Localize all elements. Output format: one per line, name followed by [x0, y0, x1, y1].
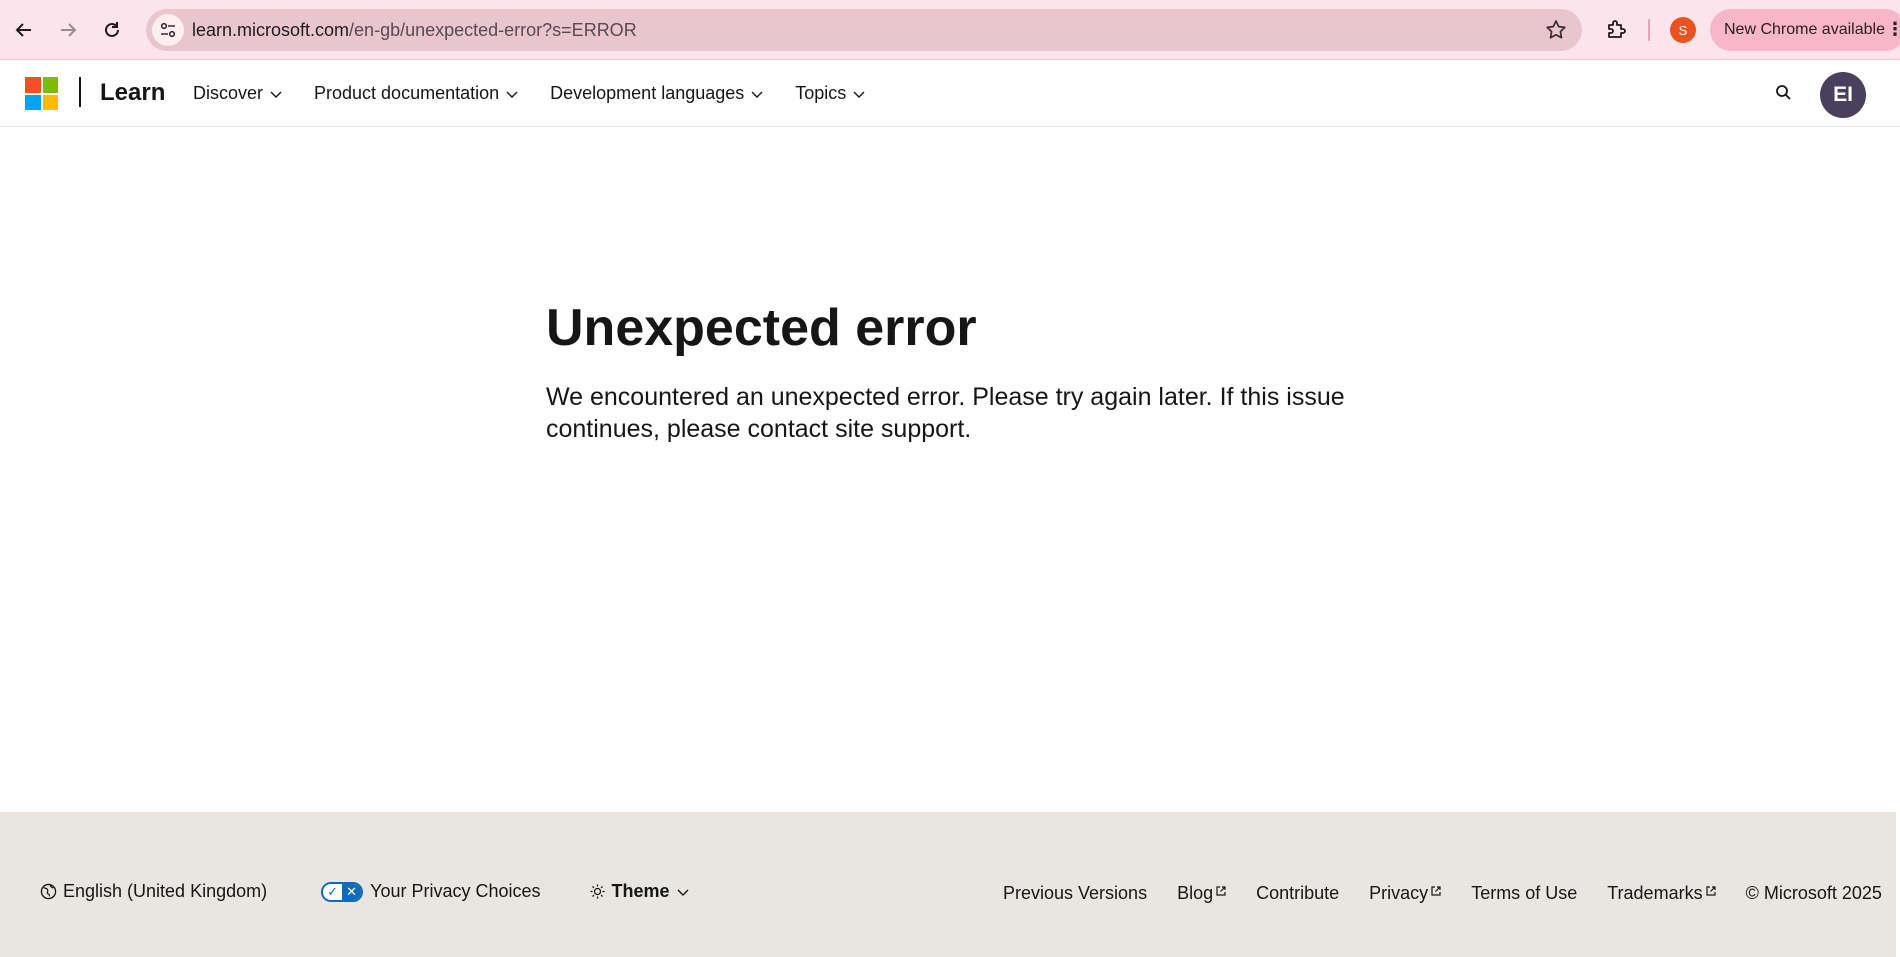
- forward-icon: [61, 23, 77, 37]
- browser-toolbar: learn.microsoft.com/en-gb/unexpected-err…: [0, 0, 1900, 60]
- toolbar-divider: [1648, 19, 1650, 41]
- page-title: Unexpected error: [546, 299, 977, 357]
- footer-link-terms-of-use[interactable]: Terms of Use: [1471, 883, 1577, 904]
- footer-settings: English (United Kingdom) ✓ ✕ Your Privac…: [40, 881, 690, 902]
- footer-link-label: Privacy: [1369, 883, 1429, 903]
- sun-icon: [589, 884, 605, 899]
- search-icon[interactable]: [1772, 81, 1796, 105]
- nav-product-documentation[interactable]: Product documentation: [314, 83, 519, 104]
- star-icon[interactable]: [1544, 18, 1568, 42]
- site-footer: English (United Kingdom) ✓ ✕ Your Privac…: [0, 812, 1896, 957]
- footer-link-privacy[interactable]: Privacy: [1369, 883, 1441, 904]
- footer-link-trademarks[interactable]: Trademarks: [1607, 883, 1716, 904]
- logo-divider: [79, 77, 81, 107]
- nav-label: Topics: [795, 83, 847, 103]
- address-bar[interactable]: learn.microsoft.com/en-gb/unexpected-err…: [146, 9, 1582, 51]
- site-header: Learn Discover Product documentation Dev…: [0, 61, 1900, 127]
- new-chrome-available-button[interactable]: New Chrome available ⋮: [1710, 9, 1900, 51]
- extensions-button[interactable]: [1598, 12, 1634, 48]
- privacy-choices-link[interactable]: ✓ ✕ Your Privacy Choices: [321, 881, 541, 902]
- globe-icon: [40, 883, 57, 900]
- locale-selector[interactable]: English (United Kingdom): [40, 881, 267, 902]
- reload-icon: [105, 22, 119, 37]
- chevron-down-icon: [506, 91, 518, 98]
- error-message: We encountered an unexpected error. Plea…: [546, 383, 1345, 443]
- site-info-button[interactable]: [152, 14, 184, 46]
- footer-link-label: Previous Versions: [1003, 883, 1148, 903]
- external-link-icon: [1216, 885, 1226, 896]
- external-link-icon: [1705, 885, 1716, 896]
- url-path: /en-gb/unexpected-error?s=ERROR: [349, 20, 637, 40]
- nav-label: Product documentation: [314, 83, 500, 103]
- footer-link-contribute[interactable]: Contribute: [1256, 883, 1339, 904]
- extensions-icon: [1608, 20, 1626, 38]
- theme-label: Theme: [611, 881, 670, 901]
- privacy-toggle-icon: ✓ ✕: [321, 881, 364, 902]
- footer-link-label: Blog: [1177, 883, 1214, 903]
- nav-development-languages[interactable]: Development languages: [550, 83, 764, 104]
- user-avatar[interactable]: EI: [1820, 72, 1866, 118]
- learn-brand-link[interactable]: Learn: [100, 79, 165, 107]
- copyright-text: © Microsoft 2025: [1745, 883, 1882, 903]
- site-info-icon: [160, 22, 176, 38]
- chevron-down-icon: [677, 889, 689, 896]
- microsoft-logo[interactable]: [25, 77, 58, 110]
- check-icon: ✓: [323, 883, 343, 900]
- footer-link-label: Contribute: [1256, 883, 1340, 903]
- update-label: New Chrome available: [1724, 21, 1885, 38]
- nav-label: Development languages: [550, 83, 745, 103]
- footer-link-previous-versions[interactable]: Previous Versions: [1003, 883, 1147, 904]
- footer-link-label: Trademarks: [1607, 883, 1703, 903]
- url-host: learn.microsoft.com: [192, 20, 350, 40]
- cross-icon: ✕: [342, 883, 362, 900]
- footer-links: Previous Versions Blog Contribute Privac…: [1003, 883, 1882, 904]
- chevron-down-icon: [270, 91, 282, 98]
- nav-topics[interactable]: Topics: [795, 83, 866, 104]
- url-text[interactable]: learn.microsoft.com/en-gb/unexpected-err…: [192, 20, 637, 41]
- chevron-down-icon: [853, 91, 865, 98]
- footer-link-blog[interactable]: Blog: [1177, 883, 1226, 904]
- back-button[interactable]: [6, 12, 42, 48]
- nav-label: Discover: [193, 83, 264, 103]
- back-icon: [15, 23, 31, 37]
- privacy-choices-label: Your Privacy Choices: [370, 881, 541, 901]
- theme-selector[interactable]: Theme: [589, 881, 690, 902]
- forward-button[interactable]: [50, 12, 86, 48]
- reload-button[interactable]: [94, 12, 130, 48]
- chrome-menu-icon[interactable]: ⋮: [1886, 19, 1900, 40]
- footer-link-label: Terms of Use: [1471, 883, 1578, 903]
- chevron-down-icon: [751, 91, 763, 98]
- external-link-icon: [1431, 885, 1441, 896]
- profile-button[interactable]: S: [1670, 17, 1696, 43]
- locale-label: English (United Kingdom): [63, 881, 268, 901]
- nav-discover[interactable]: Discover: [193, 83, 283, 104]
- main-nav: Discover Product documentation Developme…: [193, 83, 897, 104]
